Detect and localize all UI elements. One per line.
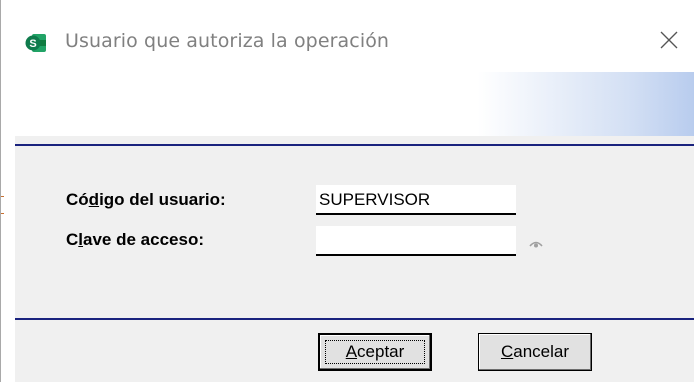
- edge-mark: [1, 213, 4, 214]
- footer-divider: [15, 318, 694, 320]
- dialog-title: Usuario que autoriza la operación: [65, 30, 390, 52]
- cancel-button-label: Cancelar: [500, 342, 570, 361]
- accept-button[interactable]: Aceptar: [318, 333, 432, 371]
- eye-icon[interactable]: [529, 236, 543, 248]
- title-bar[interactable]: S Usuario que autoriza la operación: [15, 0, 694, 72]
- edge-mark: [1, 196, 4, 197]
- close-icon: [659, 30, 679, 55]
- header-banner: [15, 72, 694, 136]
- svg-text:S: S: [29, 38, 36, 50]
- accept-button-label: Aceptar: [345, 342, 405, 361]
- header-divider: [15, 144, 694, 146]
- background-window-edge: [1, 0, 15, 382]
- user-code-field[interactable]: SUPERVISOR: [316, 185, 516, 215]
- password-label: Clave de acceso:: [66, 230, 204, 249]
- cancel-button[interactable]: Cancelar: [478, 333, 592, 371]
- close-button[interactable]: [651, 24, 687, 60]
- password-field[interactable]: [316, 226, 516, 256]
- sheets-s-icon: S: [25, 32, 47, 54]
- user-code-label: Código del usuario:: [66, 190, 226, 209]
- user-code-value: SUPERVISOR: [319, 190, 431, 209]
- authorization-dialog: S Usuario que autoriza la operación Códi…: [0, 0, 694, 382]
